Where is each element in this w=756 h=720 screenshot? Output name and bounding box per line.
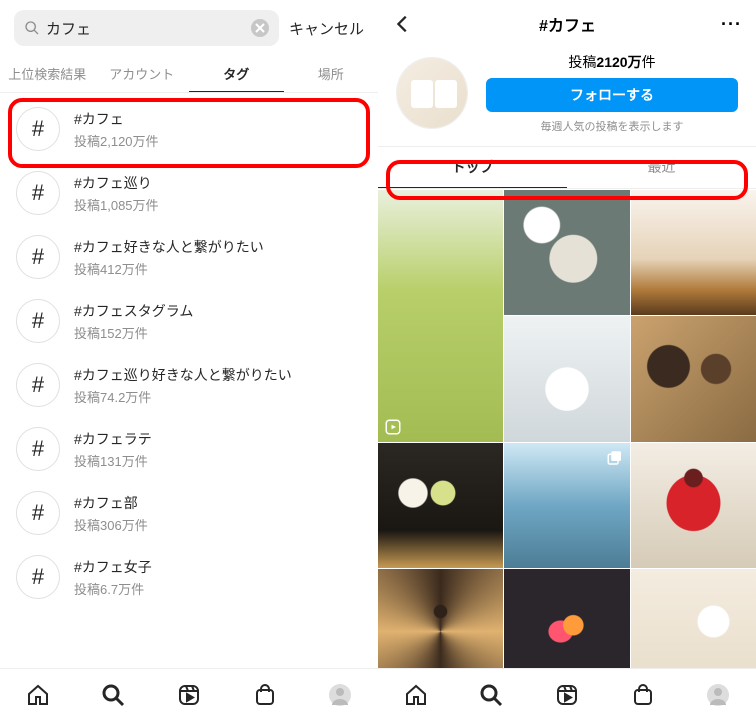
top-header: #カフェ ··· <box>378 0 756 42</box>
profile-icon <box>706 683 730 707</box>
nav-profile[interactable] <box>326 681 354 709</box>
home-icon <box>404 683 428 707</box>
grid-item[interactable] <box>631 190 756 315</box>
close-icon <box>255 23 265 33</box>
hashtag-row[interactable]: # #カフェ巡り 投稿1,085万件 <box>0 161 378 225</box>
content-tabs: トップ 最近 <box>378 146 756 189</box>
bottom-nav <box>378 668 756 720</box>
post-count: 投稿2120万件 <box>486 52 738 72</box>
nav-shop[interactable] <box>629 681 657 709</box>
subtab-recent[interactable]: 最近 <box>567 147 756 188</box>
home-icon <box>26 683 50 707</box>
hashtag-name: #カフェ巡り <box>74 173 159 193</box>
grid-item[interactable] <box>504 316 629 441</box>
nav-reels[interactable] <box>553 681 581 709</box>
nav-search[interactable] <box>477 681 505 709</box>
bottom-nav <box>0 668 378 720</box>
hashtag-avatar[interactable] <box>396 57 468 129</box>
grid-item[interactable] <box>631 316 756 441</box>
hashtag-sub: 投稿131万件 <box>74 451 152 470</box>
tab-tags[interactable]: タグ <box>189 54 284 92</box>
cancel-button[interactable]: キャンセル <box>289 18 364 39</box>
hashtag-name: #カフェラテ <box>74 429 152 449</box>
subtab-top[interactable]: トップ <box>378 147 567 188</box>
hash-icon: # <box>16 427 60 471</box>
hashtag-row[interactable]: # #カフェ部 投稿306万件 <box>0 481 378 545</box>
grid-item[interactable] <box>504 443 629 568</box>
hashtag-name: #カフェ巡り好きな人と繋がりたい <box>74 365 292 385</box>
hash-icon: # <box>16 107 60 151</box>
hashtag-row[interactable]: # #カフェ好きな人と繋がりたい 投稿412万件 <box>0 225 378 289</box>
grid-item[interactable] <box>504 190 629 315</box>
search-input[interactable]: カフェ <box>14 10 279 46</box>
hashtag-pane: #カフェ ··· 投稿2120万件 フォローする 毎週人気の投稿を表示します ト… <box>378 0 756 720</box>
search-icon <box>479 683 503 707</box>
hashtag-row[interactable]: # #カフェ女子 投稿6.7万件 <box>0 545 378 609</box>
grid-item[interactable] <box>378 190 503 442</box>
hashtag-name: #カフェ好きな人と繋がりたい <box>74 237 264 257</box>
hash-icon: # <box>16 555 60 599</box>
hashtag-sub: 投稿74.2万件 <box>74 387 292 406</box>
hash-icon: # <box>16 299 60 343</box>
search-icon <box>101 683 125 707</box>
hashtag-sub: 投稿6.7万件 <box>74 579 152 598</box>
nav-home[interactable] <box>402 681 430 709</box>
hashtag-row[interactable]: # #カフェラテ 投稿131万件 <box>0 417 378 481</box>
reels-badge-icon <box>384 418 402 436</box>
search-pane: カフェ キャンセル 上位検索結果 アカウント タグ 場所 # #カフェ 投稿2,… <box>0 0 378 720</box>
reels-icon <box>177 683 201 707</box>
shop-icon <box>253 683 277 707</box>
note-text: 毎週人気の投稿を表示します <box>486 118 738 134</box>
hashtag-sub: 投稿1,085万件 <box>74 195 159 214</box>
search-tabs: 上位検索結果 アカウント タグ 場所 <box>0 54 378 93</box>
chevron-left-icon <box>392 13 414 35</box>
profile-icon <box>328 683 352 707</box>
hashtag-sub: 投稿306万件 <box>74 515 148 534</box>
hashtag-sub: 投稿2,120万件 <box>74 131 159 150</box>
nav-search[interactable] <box>99 681 127 709</box>
tab-top-results[interactable]: 上位検索結果 <box>0 54 95 92</box>
post-grid <box>378 190 756 694</box>
tab-places[interactable]: 場所 <box>284 54 379 92</box>
nav-home[interactable] <box>24 681 52 709</box>
follow-button[interactable]: フォローする <box>486 78 738 112</box>
hash-icon: # <box>16 171 60 215</box>
hashtag-name: #カフェ部 <box>74 493 148 513</box>
shop-icon <box>631 683 655 707</box>
reels-icon <box>555 683 579 707</box>
grid-item[interactable] <box>378 443 503 568</box>
back-button[interactable] <box>392 13 414 35</box>
clear-search-button[interactable] <box>251 19 269 37</box>
nav-reels[interactable] <box>175 681 203 709</box>
hash-icon: # <box>16 363 60 407</box>
hashtag-name: #カフェ女子 <box>74 557 152 577</box>
hash-icon: # <box>16 491 60 535</box>
hashtag-sub: 投稿412万件 <box>74 259 264 278</box>
grid-item[interactable] <box>631 443 756 568</box>
hashtag-row[interactable]: # #カフェ 投稿2,120万件 <box>0 97 378 161</box>
hashtag-row[interactable]: # #カフェスタグラム 投稿152万件 <box>0 289 378 353</box>
hash-icon: # <box>16 235 60 279</box>
nav-shop[interactable] <box>251 681 279 709</box>
results-list: # #カフェ 投稿2,120万件 # #カフェ巡り 投稿1,085万件 # #カ… <box>0 93 378 720</box>
tab-accounts[interactable]: アカウント <box>95 54 190 92</box>
carousel-badge-icon <box>606 449 624 467</box>
search-icon <box>24 20 40 36</box>
nav-profile[interactable] <box>704 681 732 709</box>
hashtag-row[interactable]: # #カフェ巡り好きな人と繋がりたい 投稿74.2万件 <box>0 353 378 417</box>
hashtag-header: 投稿2120万件 フォローする 毎週人気の投稿を表示します <box>378 42 756 140</box>
more-button[interactable]: ··· <box>721 14 742 35</box>
hashtag-name: #カフェ <box>74 109 159 129</box>
hashtag-sub: 投稿152万件 <box>74 323 193 342</box>
hashtag-name: #カフェスタグラム <box>74 301 193 321</box>
search-value: カフェ <box>46 18 251 39</box>
search-bar: カフェ キャンセル <box>0 0 378 54</box>
page-title: #カフェ <box>539 12 596 36</box>
